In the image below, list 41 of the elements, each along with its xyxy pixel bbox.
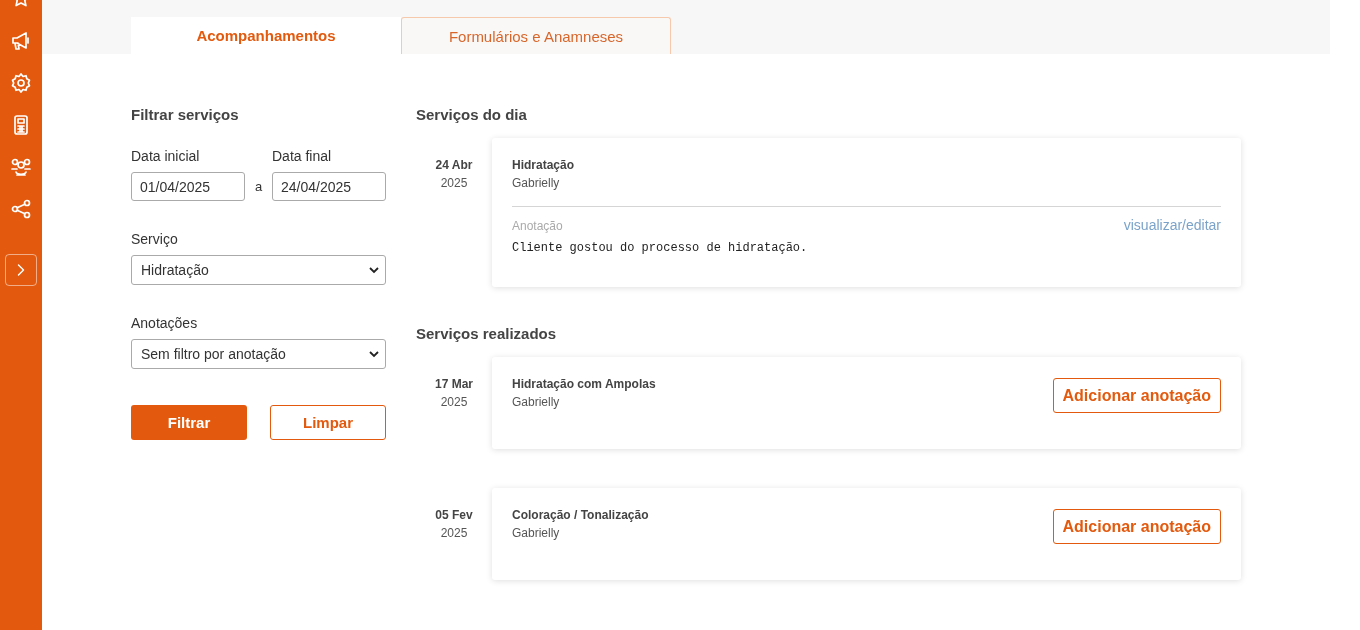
date-separator: a [254,179,263,194]
service-dropdown[interactable]: Hidratação [131,255,386,285]
professional-name: Gabrielly [512,176,561,190]
professional-name: Gabrielly [512,526,561,540]
service-year: 2025 [440,526,468,540]
clear-button[interactable]: Limpar [270,405,386,440]
start-date-field[interactable]: 01/04/2025 [131,172,245,201]
professional-name: Gabrielly [512,395,561,409]
service-date: 17 Mar [435,377,473,391]
note-text: Cliente gostou do processo de hidratação. [512,241,809,257]
service-date: 24 Abr [435,158,473,172]
tab[interactable]: Formulários e Anamneses [401,17,671,54]
view-edit-link[interactable]: visualizar/editar [1123,217,1221,233]
field-label: Anotações [131,315,199,331]
chevron-right-icon [16,262,26,278]
chevron-down-icon [369,266,379,274]
service-name: Hidratação [512,158,575,172]
share-icon[interactable] [10,198,32,220]
megaphone-icon[interactable] [10,30,32,52]
field-label: Serviço [131,231,179,247]
service-name: Coloração / Tonalização [512,508,649,522]
settings-icon[interactable] [10,72,32,94]
chevron-down-icon [369,350,379,358]
add-note-button[interactable]: Adicionar anotação [1052,509,1221,544]
end-date-field[interactable]: 24/04/2025 [272,172,386,201]
people-icon[interactable] [10,156,32,178]
tab[interactable]: Acompanhamentos [131,17,401,54]
service-name: Hidratação com Ampolas [512,377,656,391]
note-label: Anotação [512,219,563,233]
service-year: 2025 [440,395,468,409]
field-label: Data inicial [131,148,201,164]
service-year: 2025 [440,176,468,190]
field-label: Data final [272,148,333,164]
add-note-button[interactable]: Adicionar anotação [1052,378,1221,413]
section-title: Serviços do dia [416,106,528,123]
notes-dropdown[interactable]: Sem filtro por anotação [131,339,386,369]
filter-title: Filtrar serviços [131,106,240,123]
expand-sidebar-button[interactable] [5,254,37,286]
section-title: Serviços realizados [416,325,558,342]
filter-button[interactable]: Filtrar [131,405,247,440]
service-date: 05 Fev [435,508,473,522]
